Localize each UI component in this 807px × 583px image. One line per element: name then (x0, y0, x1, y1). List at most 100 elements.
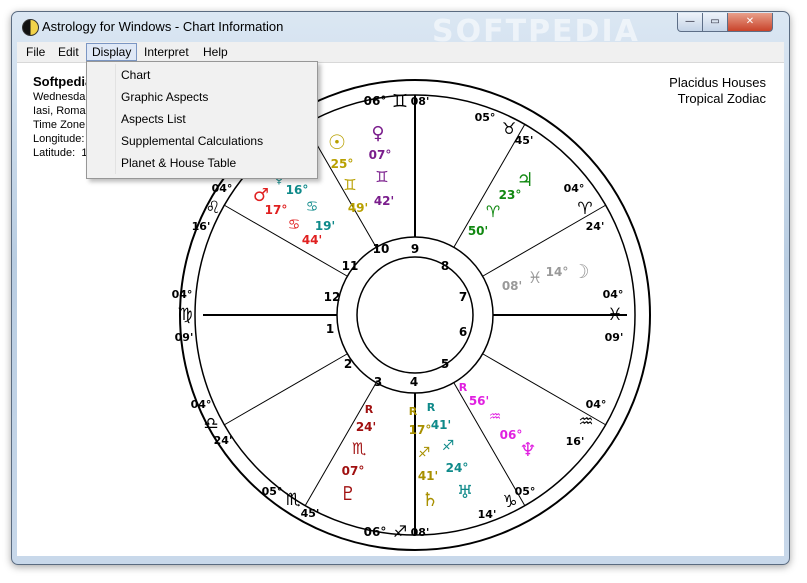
menu-file[interactable]: File (21, 44, 50, 60)
house-number-ring-outer (336, 236, 494, 394)
menu-bar: File Edit Display Interpret Help (17, 42, 784, 63)
house-number-1: 1 (326, 322, 334, 336)
cusp-lower-right-degree: 04° (586, 398, 607, 411)
house-number-7: 7 (459, 290, 467, 304)
neptune-icon: ♆ (519, 439, 536, 461)
house-number-8: 8 (441, 259, 449, 273)
house-number-3: 3 (374, 375, 382, 389)
cusp-line-2 (223, 353, 348, 426)
house-number-2: 2 (344, 357, 352, 371)
aries-sign-icon: ♈ (577, 199, 592, 219)
cusp-top-minute: 08' (411, 95, 430, 108)
neptune-minute: 56' (469, 394, 489, 408)
saturn-minute: 41' (418, 469, 438, 483)
house-number-5: 5 (441, 357, 449, 371)
uranus-degree: 24° (446, 461, 469, 475)
uranus-minute-41: 41' (431, 418, 451, 432)
sun-minute: 49' (348, 201, 368, 215)
cusp-upper-right2-minute: 24' (586, 220, 605, 233)
jupiter-degree: 23° (499, 188, 522, 202)
cusp-upper-right-degree: 05° (475, 111, 496, 124)
cusp-lower-right2-minute: 14' (478, 508, 497, 521)
venus-icon: ♀ (371, 123, 384, 144)
app-moon-icon (22, 19, 39, 36)
cusp-lower-left2-degree: 05° (262, 485, 283, 498)
venus-sign-icon: ♊ (375, 168, 388, 186)
pluto-minute: 24' (356, 420, 376, 434)
cusp-upper-left-degree: 04° (212, 182, 233, 195)
cusp-right-minute: 09' (605, 331, 624, 344)
menu-option-supplemental-calculations[interactable]: Supplemental Calculations (121, 134, 263, 148)
gemini-sign-icon: ♊ (392, 91, 408, 112)
mercury-minute: 19' (315, 219, 335, 233)
moon-degree: 14° (546, 265, 569, 279)
close-button[interactable]: ✕ (727, 13, 773, 32)
saturn-degree: 17° (409, 423, 432, 437)
pisces-sign-icon: ♓ (607, 305, 622, 325)
title-bar[interactable]: Astrology for Windows - Chart Informatio… (12, 12, 787, 49)
cusp-lower-left2-minute: 45' (301, 507, 320, 520)
saturn-retrograde: R (409, 405, 418, 418)
menu-edit[interactable]: Edit (53, 44, 84, 60)
cusp-bottom-degree: 06° (364, 525, 387, 539)
cusp-lower-left-minute: 24' (214, 434, 233, 447)
uranus-sign-icon: ♐ (442, 438, 455, 454)
menu-option-aspects-list[interactable]: Aspects List (121, 112, 186, 126)
menu-option-chart[interactable]: Chart (121, 68, 150, 82)
menu-interpret[interactable]: Interpret (139, 44, 194, 60)
pluto-degree: 07° (342, 464, 365, 478)
scorpio-sign-icon: ♏ (285, 490, 300, 510)
maximize-button[interactable]: ▭ (702, 13, 728, 32)
neptune-sign-icon: ♒ (489, 409, 502, 425)
pluto-retrograde: R (365, 403, 374, 416)
house-number-11: 11 (342, 259, 359, 273)
house-number-9: 9 (411, 242, 419, 256)
menu-gutter (115, 64, 116, 174)
venus-degree: 07° (369, 148, 392, 162)
sun-icon: ☉ (328, 130, 346, 154)
aquarius-sign-icon: ♒ (578, 412, 593, 432)
cusp-lower-right-minute: 16' (566, 435, 585, 448)
virgo-sign-icon: ♍ (177, 305, 192, 325)
moon-sign-icon: ♓ (528, 268, 542, 287)
minimize-button[interactable]: — (677, 13, 703, 32)
pluto-sign-icon: ♏ (352, 439, 366, 458)
saturn-sign-icon: ♐ (418, 445, 431, 461)
sun-sign-icon: ♊ (343, 176, 356, 194)
moon-minute: 08' (502, 279, 522, 293)
cusp-lower-left-degree: 04° (191, 398, 212, 411)
uranus-icon: ♅ (457, 482, 473, 503)
window-title: Astrology for Windows - Chart Informatio… (42, 19, 284, 34)
mercury-sign-icon: ♋ (306, 199, 319, 215)
menu-option-planet-house-table[interactable]: Planet & House Table (121, 156, 236, 170)
cusp-lower-right2-degree: 05° (515, 485, 536, 498)
neptune-retrograde: R (459, 381, 468, 394)
sun-degree: 25° (331, 157, 354, 171)
moon-icon: ☽ (572, 261, 589, 283)
cusp-right-degree: 04° (603, 288, 624, 301)
cusp-top-degree: 06° (364, 94, 387, 108)
application-window: Astrology for Windows - Chart Informatio… (0, 0, 807, 583)
cusp-upper-left-minute: 16' (192, 220, 211, 233)
sagittarius-sign-icon: ♐ (393, 522, 407, 541)
mercury-degree: 16° (286, 183, 309, 197)
house-number-ring-inner (356, 256, 474, 374)
menu-help[interactable]: Help (198, 44, 233, 60)
menu-display[interactable]: Display (86, 43, 138, 61)
cusp-left-minute: 09' (175, 331, 194, 344)
mars-minute: 44' (302, 233, 322, 247)
pluto-icon: ♇ (339, 483, 356, 505)
uranus-retrograde: R (427, 401, 436, 414)
mars-sign-icon: ♋ (288, 217, 301, 233)
house-number-6: 6 (459, 325, 467, 339)
house-number-10: 10 (373, 242, 390, 256)
menu-option-graphic-aspects[interactable]: Graphic Aspects (121, 90, 208, 104)
venus-minute: 42' (374, 194, 394, 208)
libra-sign-icon: ♎ (203, 414, 218, 434)
cusp-bottom-minute: 08' (411, 526, 430, 539)
jupiter-sign-icon: ♈ (486, 202, 500, 221)
jupiter-minute: 50' (468, 224, 488, 238)
cusp-upper-right-minute: 45' (515, 134, 534, 147)
cusp-left-degree: 04° (172, 288, 193, 301)
house-number-4: 4 (410, 375, 418, 389)
